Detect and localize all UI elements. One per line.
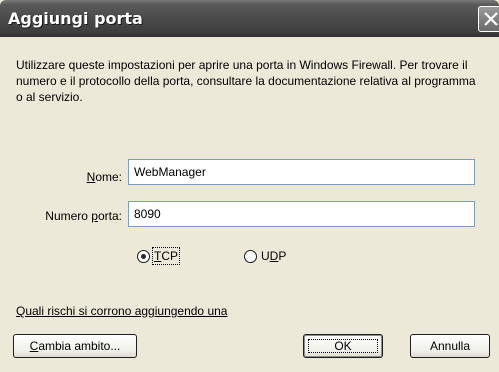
close-button[interactable]	[478, 6, 499, 32]
udp-radio[interactable]: UDP	[244, 249, 286, 263]
risks-help-link[interactable]: Quali rischi si corrono aggiungendo una	[16, 304, 227, 318]
udp-radio-label: UDP	[261, 249, 287, 263]
add-port-dialog: Aggiungi porta Utilizzare queste imposta…	[0, 0, 499, 372]
tcp-radio[interactable]: TCP	[137, 247, 181, 265]
description-text: Utilizzare queste impostazioni per aprir…	[16, 58, 476, 104]
name-field[interactable]: WebManager	[128, 159, 475, 185]
title-bar[interactable]: Aggiungi porta	[0, 0, 499, 37]
close-icon	[484, 12, 498, 26]
tcp-radio-indicator	[137, 249, 150, 263]
change-scope-button[interactable]: Cambia ambito...	[13, 334, 137, 358]
ok-button[interactable]: OK	[303, 334, 383, 358]
udp-radio-indicator	[244, 249, 257, 263]
tcp-radio-label: TCP	[151, 247, 181, 265]
port-number-field[interactable]: 8090	[128, 201, 475, 227]
name-label: Nome:	[86, 170, 122, 184]
port-number-label: Numero porta:	[45, 209, 122, 223]
window-title: Aggiungi porta	[8, 9, 143, 28]
cancel-button[interactable]: Annulla	[410, 334, 490, 358]
dialog-body: Utilizzare queste impostazioni per aprir…	[6, 37, 499, 366]
